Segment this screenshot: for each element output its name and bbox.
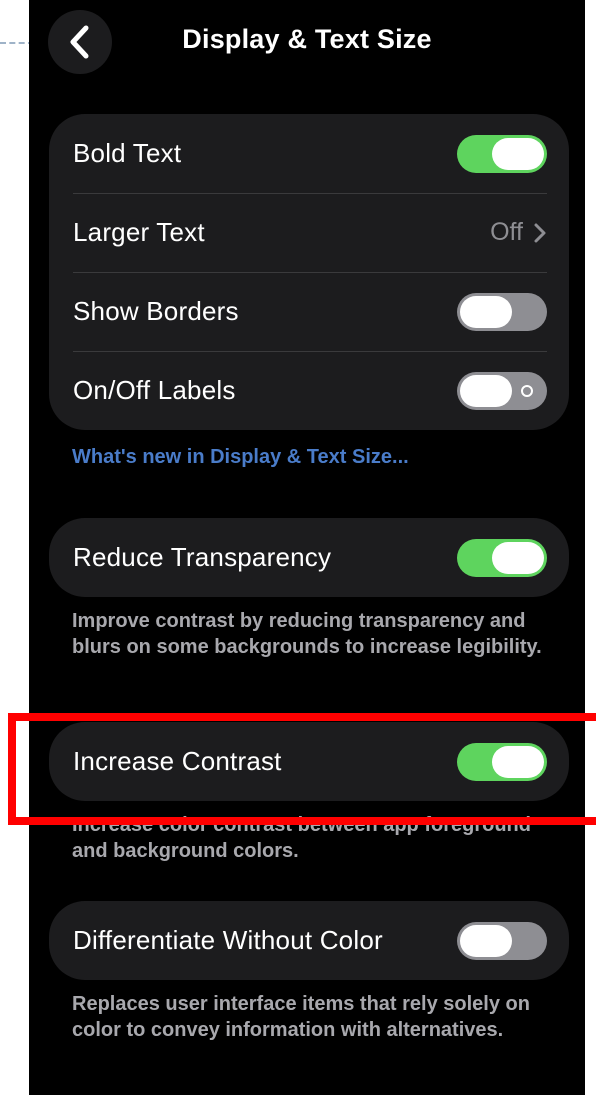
- off-circle-icon: [521, 384, 533, 397]
- reduce-transparency-footer: Improve contrast by reducing transparenc…: [72, 610, 542, 658]
- toggle-knob: [492, 541, 544, 574]
- differentiate-without-color-label: Differentiate Without Color: [73, 925, 383, 955]
- increase-contrast-label: Increase Contrast: [73, 746, 282, 776]
- increase-contrast-row: Increase Contrast: [49, 722, 569, 801]
- on-off-labels-row: On/Off Labels: [49, 351, 569, 430]
- on-off-labels-toggle[interactable]: [457, 371, 547, 410]
- increase-contrast-group: Increase Contrast: [49, 722, 569, 801]
- toggle-knob: [460, 374, 512, 407]
- reduce-transparency-group: Reduce Transparency: [49, 518, 569, 597]
- larger-text-value-area[interactable]: Off: [490, 218, 547, 247]
- differentiate-without-color-group: Differentiate Without Color: [49, 901, 569, 980]
- show-borders-label: Show Borders: [73, 296, 239, 326]
- increase-contrast-footer: Increase color contrast between app fore…: [72, 814, 531, 862]
- show-borders-row: Show Borders: [49, 272, 569, 351]
- reduce-transparency-label: Reduce Transparency: [73, 542, 332, 572]
- bold-text-label: Bold Text: [73, 138, 182, 168]
- larger-text-row[interactable]: Larger Text Off: [49, 193, 569, 272]
- navigation-bar: Display & Text Size: [29, 0, 585, 86]
- differentiate-without-color-toggle[interactable]: [457, 921, 547, 960]
- larger-text-value: Off: [490, 218, 523, 246]
- chevron-right-icon: [534, 223, 546, 242]
- whats-new-link[interactable]: What's new in Display & Text Size...: [72, 446, 409, 469]
- increase-contrast-toggle[interactable]: [457, 742, 547, 781]
- larger-text-label: Larger Text: [73, 217, 205, 247]
- toggle-knob: [492, 137, 544, 170]
- differentiate-without-color-footer: Replaces user interface items that rely …: [72, 993, 530, 1041]
- toggle-knob: [460, 295, 512, 328]
- toggle-knob: [492, 745, 544, 778]
- phone-screen: Display & Text Size Bold Text Larger Tex…: [29, 0, 585, 1095]
- reduce-transparency-row: Reduce Transparency: [49, 518, 569, 597]
- bold-text-toggle[interactable]: [457, 134, 547, 173]
- bold-text-row: Bold Text: [49, 114, 569, 193]
- toggle-knob: [460, 924, 512, 957]
- page-title: Display & Text Size: [182, 24, 432, 54]
- reduce-transparency-toggle[interactable]: [457, 538, 547, 577]
- on-off-labels-label: On/Off Labels: [73, 375, 236, 405]
- text-options-group: Bold Text Larger Text Off Show Borders O…: [49, 114, 569, 430]
- show-borders-toggle[interactable]: [457, 292, 547, 331]
- differentiate-without-color-row: Differentiate Without Color: [49, 901, 569, 980]
